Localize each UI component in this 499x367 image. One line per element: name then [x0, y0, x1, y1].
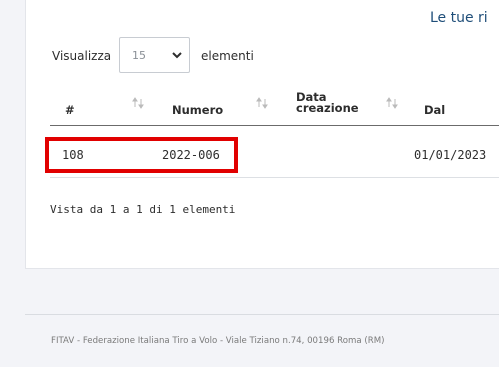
sort-icon[interactable]	[256, 97, 268, 109]
row-divider	[50, 177, 499, 178]
col-header-id[interactable]: #	[65, 104, 75, 116]
footer-text: FITAV - Federazione Italiana Tiro a Volo…	[51, 336, 385, 346]
chevron-down-icon	[172, 52, 182, 59]
col-header-data-creazione[interactable]: Data creazione	[296, 91, 359, 114]
length-suffix-label: elementi	[201, 49, 254, 63]
col-header-numero[interactable]: Numero	[172, 104, 223, 116]
page-length-value: 15	[132, 49, 146, 62]
length-prefix-label: Visualizza	[52, 49, 112, 63]
header-divider	[50, 125, 499, 126]
sort-icon[interactable]	[386, 97, 398, 109]
sort-icon[interactable]	[132, 97, 144, 109]
footer-divider	[25, 314, 499, 315]
col-header-dal[interactable]: Dal	[424, 104, 445, 116]
page-length-select[interactable]: 15	[119, 37, 190, 73]
highlight-box	[45, 137, 238, 173]
content-card	[25, 0, 499, 269]
table-info: Vista da 1 a 1 di 1 elementi	[50, 203, 236, 216]
cell-dal: 01/01/2023	[414, 148, 487, 162]
page-title: Le tue ri	[430, 10, 488, 26]
